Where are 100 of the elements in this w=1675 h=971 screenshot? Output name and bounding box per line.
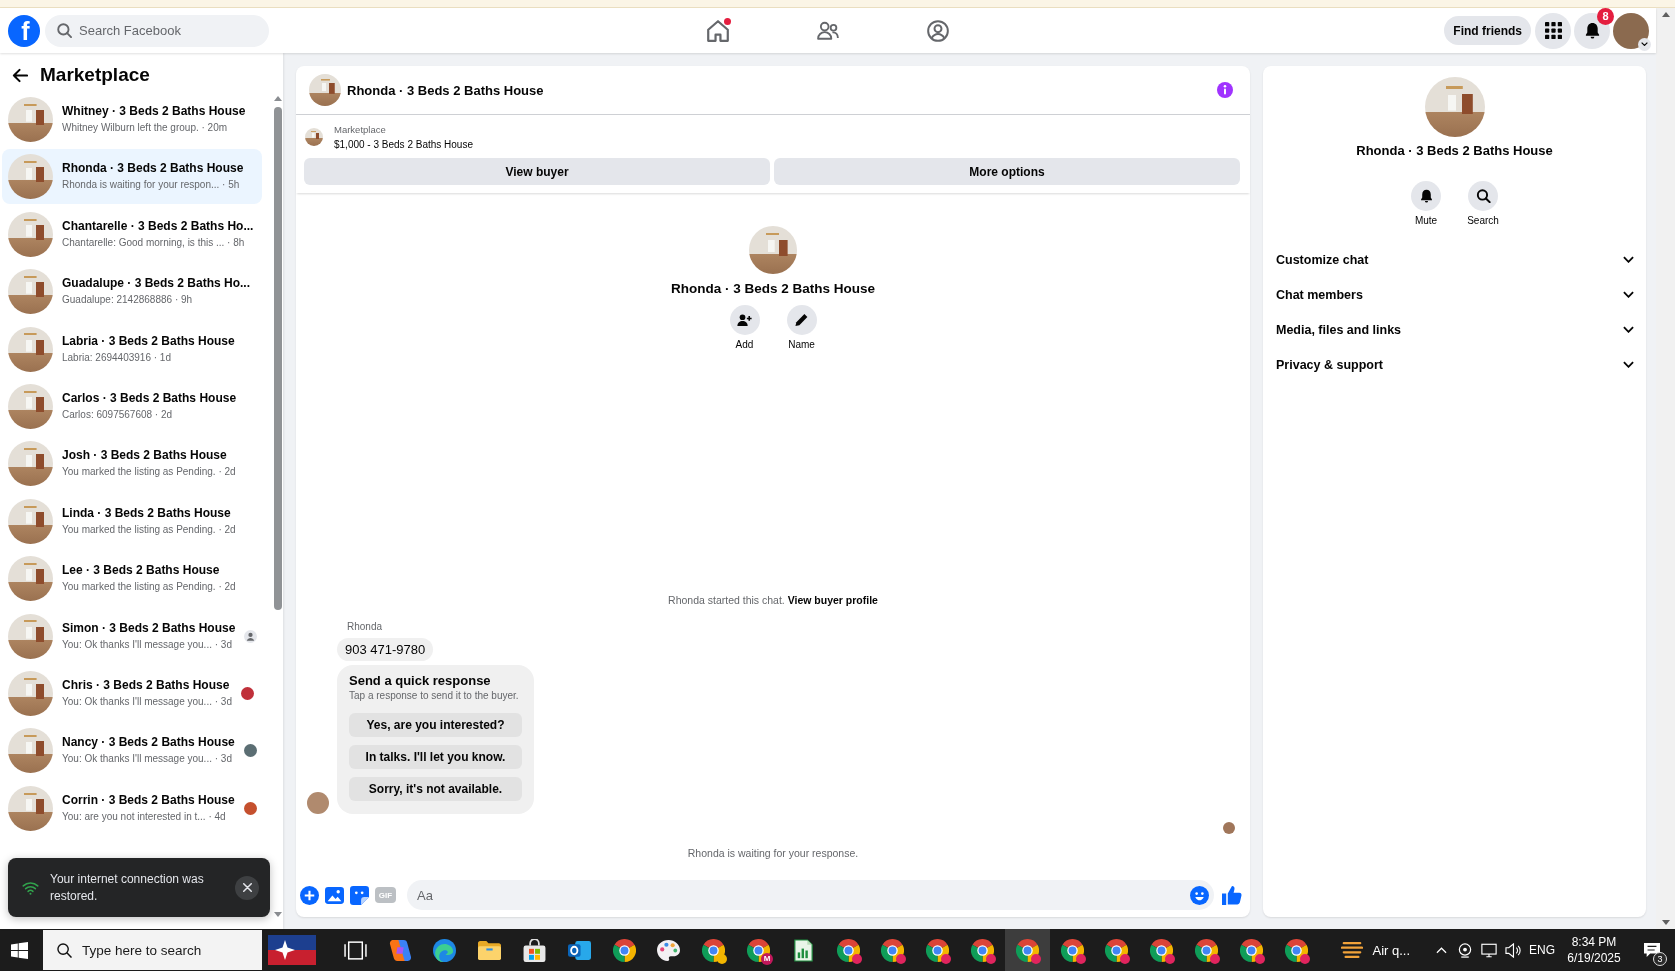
avatar[interactable] bbox=[1613, 12, 1649, 49]
accordion-item[interactable]: Media, files and links bbox=[1276, 312, 1634, 347]
person-circle-icon[interactable] bbox=[927, 19, 949, 42]
bell-icon bbox=[1418, 189, 1434, 203]
system-message: Rhonda started this chat. View buyer profile bbox=[668, 593, 878, 607]
conversation-item[interactable]: Chantarelle · 3 Beds 2 Baths Ho... Chantarelle: Good morning, is this ... · 8h bbox=[2, 206, 262, 262]
language-indicator[interactable]: ENG bbox=[1525, 943, 1559, 957]
chat-intro-title: Rhonda · 3 Beds 2 Baths House bbox=[670, 280, 875, 297]
conversation-title: Simon · 3 Beds 2 Baths House bbox=[62, 620, 236, 636]
find-friends-button[interactable]: Find friends bbox=[1444, 16, 1531, 45]
quick-reply-button[interactable]: In talks. I'll let you know. bbox=[349, 745, 522, 769]
monitor-icon[interactable] bbox=[1481, 942, 1497, 958]
conversation-item[interactable]: Corrin · 3 Beds 2 Baths House You: are you not interested in t... · 4d bbox=[2, 780, 262, 836]
search-icon bbox=[57, 23, 72, 38]
accordion-item[interactable]: Customize chat bbox=[1276, 242, 1634, 277]
accordion-item[interactable]: Chat members bbox=[1276, 277, 1634, 312]
scrollbar-thumb[interactable] bbox=[273, 107, 282, 610]
bell-icon bbox=[1583, 22, 1601, 39]
room-photo bbox=[8, 728, 53, 774]
browser-icon bbox=[1105, 938, 1129, 962]
action-label: Mute bbox=[1414, 214, 1438, 227]
scroll-up-icon[interactable] bbox=[1661, 12, 1670, 17]
scroll-down-icon[interactable] bbox=[1661, 920, 1670, 925]
flag-icon[interactable] bbox=[268, 935, 316, 965]
back-arrow-icon[interactable] bbox=[12, 67, 28, 83]
browser-icon bbox=[433, 938, 457, 962]
conversation-title: Rhonda · 3 Beds 2 Baths House bbox=[62, 161, 244, 177]
search-button[interactable] bbox=[1468, 181, 1498, 211]
conversation-preview: You: Ok thanks I'll message you... · 3d bbox=[62, 637, 233, 652]
name-button[interactable] bbox=[786, 305, 817, 335]
conversation-item[interactable]: Chris · 3 Beds 2 Baths House You: Ok thanks I'll message you... · 3d bbox=[2, 665, 262, 721]
browser-icon bbox=[1015, 938, 1039, 962]
conversation-item[interactable]: Simon · 3 Beds 2 Baths House You: Ok thanks I'll message you... · 3d bbox=[2, 608, 262, 664]
clock-time[interactable]: 8:34 PM bbox=[1571, 934, 1617, 950]
listing-source: Marketplace bbox=[334, 123, 387, 136]
quick-reply-button[interactable]: Yes, are you interested? bbox=[349, 713, 522, 737]
start-icon[interactable] bbox=[10, 941, 28, 959]
quick-reply-button[interactable]: Sorry, it's not available. bbox=[349, 777, 522, 801]
clock-date[interactable]: 6/19/2025 bbox=[1567, 950, 1621, 966]
conversation-item[interactable]: Nancy · 3 Beds 2 Baths House You: Ok thanks I'll message you... · 3d bbox=[2, 723, 262, 779]
conversation-title: Corrin · 3 Beds 2 Baths House bbox=[62, 792, 235, 808]
people-icon[interactable] bbox=[817, 19, 839, 42]
chevron-down-icon bbox=[1623, 256, 1634, 263]
conversation-preview: You: are you not interested in t... · 4d bbox=[62, 809, 227, 824]
add-button[interactable] bbox=[729, 305, 760, 335]
camera-icon[interactable] bbox=[1457, 942, 1473, 958]
conversation-title: Lee · 3 Beds 2 Baths House bbox=[62, 563, 221, 579]
conversation-preview: Labria: 2694403916 · 1d bbox=[62, 350, 172, 365]
conversation-item[interactable]: Josh · 3 Beds 2 Baths House You marked the listing as Pending. · 2d bbox=[2, 436, 262, 492]
search-field[interactable]: Search Facebook bbox=[45, 14, 269, 47]
taskbar-search-field[interactable]: Type here to search bbox=[43, 930, 262, 970]
room-photo bbox=[8, 785, 53, 831]
conversation-item[interactable]: Lee · 3 Beds 2 Baths House You marked the listing as Pending. · 2d bbox=[2, 551, 262, 607]
close-button[interactable] bbox=[235, 875, 259, 900]
house-icon[interactable] bbox=[707, 19, 729, 42]
conversation-title: Linda · 3 Beds 2 Baths House bbox=[62, 505, 232, 521]
photo-icon[interactable] bbox=[325, 885, 344, 905]
emoji-icon[interactable] bbox=[1190, 885, 1209, 905]
browser-icon bbox=[971, 938, 995, 962]
notification-icon[interactable] bbox=[1643, 942, 1661, 958]
conversation-item[interactable]: Linda · 3 Beds 2 Baths House You marked the listing as Pending. · 2d bbox=[2, 493, 262, 549]
wifi-icon bbox=[22, 880, 39, 895]
browser-icon bbox=[881, 938, 905, 962]
info-icon[interactable] bbox=[1217, 82, 1233, 98]
menu-button[interactable] bbox=[1535, 12, 1571, 49]
room-photo bbox=[8, 613, 53, 659]
weather-text[interactable]: Air q... bbox=[1372, 942, 1411, 958]
view-buyer-profile-link[interactable]: View buyer profile bbox=[787, 594, 878, 606]
taskbar-app[interactable] bbox=[1004, 929, 1050, 971]
conversation-preview: You marked the listing as Pending. · 2d bbox=[62, 465, 236, 480]
browser-icon bbox=[612, 938, 636, 962]
scroll-up-icon[interactable] bbox=[273, 96, 282, 101]
conversation-title: Chantarelle · 3 Beds 2 Baths Ho... bbox=[62, 218, 254, 234]
haze-icon[interactable] bbox=[1340, 941, 1363, 959]
mute-button[interactable] bbox=[1411, 181, 1441, 211]
listing-button[interactable]: View buyer bbox=[304, 158, 770, 185]
thumbs-up-icon[interactable] bbox=[1222, 885, 1242, 905]
chevron-up-icon[interactable] bbox=[1435, 946, 1447, 954]
conversation-title: Whitney · 3 Beds 2 Baths House bbox=[62, 104, 246, 119]
listing-title: $1,000 - 3 Beds 2 Baths House bbox=[334, 137, 473, 151]
conversation-item[interactable]: Carlos · 3 Beds 2 Baths House Carlos: 6097567608 · 2d bbox=[2, 378, 262, 434]
folder-icon bbox=[478, 938, 502, 962]
listing-button[interactable]: More options bbox=[774, 158, 1240, 185]
speaker-icon[interactable] bbox=[1505, 942, 1521, 958]
plus-icon[interactable] bbox=[300, 885, 319, 905]
browser-icon bbox=[1284, 938, 1308, 962]
conversation-item[interactable]: Guadalupe · 3 Beds 2 Baths Ho... Guadalupe: 2142868886 · 9h bbox=[2, 264, 262, 320]
message-field[interactable]: Aa bbox=[407, 880, 1214, 910]
app-logo[interactable]: f bbox=[8, 14, 40, 47]
scroll-down-icon[interactable] bbox=[273, 912, 282, 917]
grid-icon bbox=[1544, 22, 1562, 39]
conversation-preview: You marked the listing as Pending. · 2d bbox=[62, 580, 236, 595]
quick-response-hint: Tap a response to send it to the buyer. bbox=[349, 689, 520, 702]
conversation-item[interactable]: Labria · 3 Beds 2 Baths House Labria: 2694403916 · 1d bbox=[2, 321, 262, 377]
conversation-item[interactable]: Rhonda · 3 Beds 2 Baths House Rhonda is waiting for your respon... · 5h bbox=[2, 149, 262, 205]
sticker-icon[interactable] bbox=[350, 885, 369, 905]
taskbar-app[interactable]: M bbox=[736, 929, 781, 971]
conversation-item[interactable]: Whitney · 3 Beds 2 Baths House Whitney Wilburn left the group. · 20m bbox=[2, 92, 262, 147]
room-photo bbox=[8, 383, 53, 429]
accordion-item[interactable]: Privacy & support bbox=[1276, 347, 1634, 382]
